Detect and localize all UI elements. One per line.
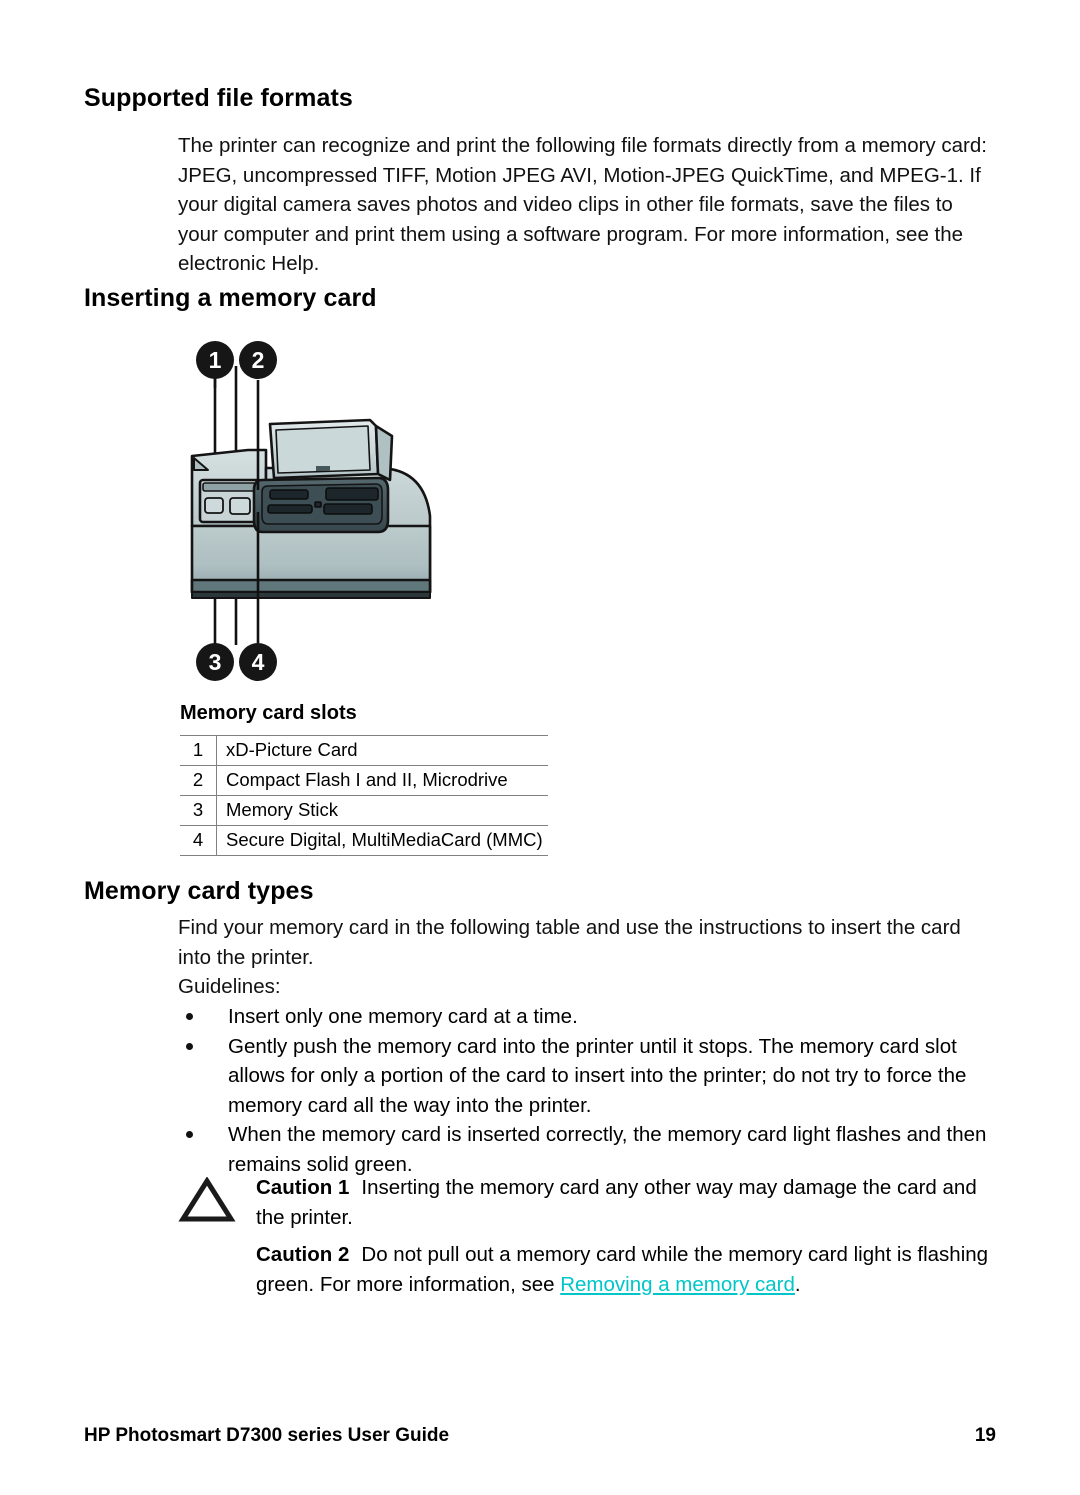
caution-1-label: Caution 1: [256, 1176, 350, 1199]
card-slot-4: [323, 503, 373, 515]
document-page: Supported file formats The printer can r…: [0, 0, 1080, 1495]
slot-number: 4: [180, 825, 217, 856]
callout-3-number: 3: [209, 649, 222, 675]
list-item-text: Insert only one memory card at a time.: [228, 1005, 578, 1028]
callout-1-number: 1: [209, 347, 222, 373]
heading-supported-file-formats: Supported file formats: [84, 84, 353, 112]
slot-description: xD-Picture Card: [216, 735, 548, 766]
heading-memory-card-types: Memory card types: [84, 877, 314, 905]
card-slot-2: [325, 487, 379, 501]
memory-card-slots-table: 1 xD-Picture Card 2 Compact Flash I and …: [180, 735, 548, 856]
list-item: When the memory card is inserted correct…: [178, 1120, 990, 1179]
footer-title: HP Photosmart D7300 series User Guide: [84, 1425, 450, 1446]
callout-4: 4: [239, 643, 277, 681]
paragraph-supported-file-formats: The printer can recognize and print the …: [178, 131, 990, 279]
callout-2-number: 2: [252, 347, 265, 373]
list-item-text: When the memory card is inserted correct…: [228, 1123, 987, 1176]
card-slot-1: [269, 489, 309, 500]
caution-2-label: Caution 2: [256, 1243, 350, 1266]
paragraph-text: The printer can recognize and print the …: [178, 134, 987, 275]
caution-1-text-wrap: Caution 1 Inserting the memory card any o…: [256, 1173, 990, 1232]
caution-1-block: Caution 1 Inserting the memory card any o…: [178, 1173, 990, 1232]
list-item-text: Gently push the memory card into the pri…: [228, 1034, 967, 1117]
table-row: 2 Compact Flash I and II, Microdrive: [180, 765, 548, 796]
caution-1-text: Inserting the memory card any other way …: [256, 1176, 977, 1229]
paragraph-guidelines-label: Guidelines:: [178, 972, 990, 1002]
bullet-icon: [186, 1013, 193, 1020]
guidelines-list: Insert only one memory card at a time. G…: [178, 1002, 990, 1179]
paragraph-memory-card-types: Find your memory card in the following t…: [178, 913, 990, 972]
caution-triangle-icon: [178, 1176, 236, 1223]
slot-description: Compact Flash I and II, Microdrive: [216, 765, 548, 796]
caution-2-block: Caution 2 Do not pull out a memory card w…: [178, 1240, 990, 1299]
paragraph-text: Find your memory card in the following t…: [178, 916, 961, 969]
callout-4-number: 4: [252, 649, 265, 675]
removing-a-memory-card-link[interactable]: Removing a memory card: [560, 1273, 795, 1296]
callout-2: 2: [239, 341, 277, 379]
memory-card-slots-title: Memory card slots: [180, 702, 357, 724]
card-slot-3: [267, 504, 313, 514]
printer-open-lid: [268, 418, 394, 482]
caution-2-text-after-link: .: [794, 1272, 801, 1296]
callout-3: 3: [196, 643, 234, 681]
list-item: Gently push the memory card into the pri…: [178, 1032, 990, 1121]
table-row: 1 xD-Picture Card: [180, 735, 548, 766]
footer-page-number: 19: [974, 1425, 996, 1446]
slot-number: 3: [180, 795, 217, 826]
caution-2-text-wrap: Caution 2 Do not pull out a memory card w…: [256, 1240, 990, 1299]
callout-1: 1: [196, 341, 234, 379]
table-row: 4 Secure Digital, MultiMediaCard (MMC): [180, 825, 548, 856]
bullet-icon: [186, 1042, 193, 1050]
list-item: Insert only one memory card at a time.: [178, 1002, 990, 1032]
bullet-icon: [186, 1131, 193, 1138]
slot-description: Memory Stick: [216, 795, 548, 826]
slot-description: Secure Digital, MultiMediaCard (MMC): [216, 825, 548, 856]
printer-memory-card-slots-illustration: 1 2 3 4: [178, 340, 468, 690]
table-row: 3 Memory Stick: [180, 795, 548, 826]
slot-number: 1: [180, 735, 217, 766]
paragraph-text: Guidelines:: [178, 975, 281, 998]
heading-inserting-a-memory-card: Inserting a memory card: [84, 284, 377, 312]
slot-number: 2: [180, 765, 217, 796]
